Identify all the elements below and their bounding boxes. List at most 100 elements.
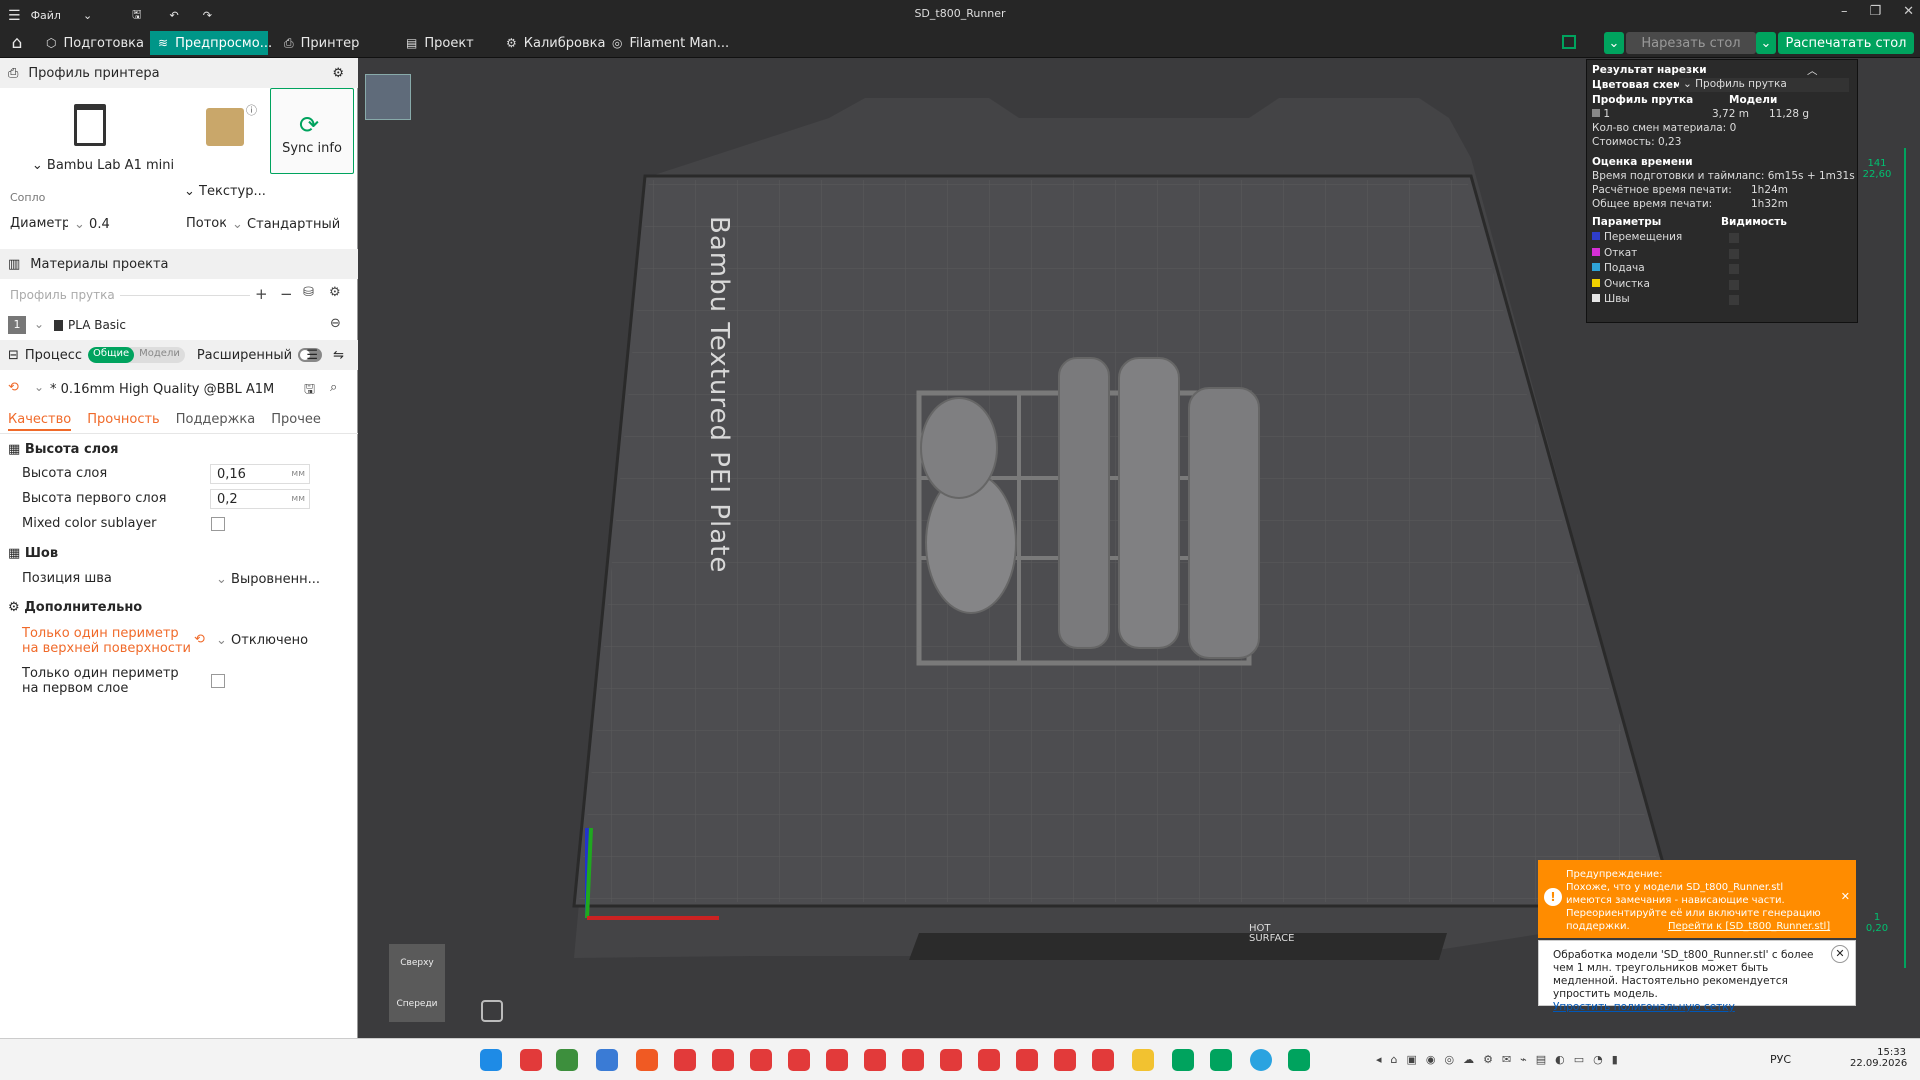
visibility-checkbox[interactable] (1729, 233, 1739, 243)
vivaldi-icon[interactable] (788, 1049, 810, 1071)
warning-link[interactable]: Перейти к [SD_t800_Runner.stl] (1668, 920, 1830, 933)
search-icon[interactable]: ⌕ (330, 380, 337, 395)
filament-edit-icon[interactable]: ⊖ (330, 316, 341, 331)
tab-calibration[interactable]: ⚙ Калибровка (498, 31, 613, 55)
telegram-icon[interactable] (1250, 1049, 1272, 1071)
tab-prepare[interactable]: ⬡ Подготовка (38, 31, 152, 55)
plate-thumbnail[interactable] (365, 74, 411, 120)
nozzle-label: Сопло (10, 191, 46, 204)
remove-filament-icon[interactable]: − (280, 285, 293, 303)
vivaldi-icon[interactable] (864, 1049, 886, 1071)
tab-project[interactable]: ▤ Проект (398, 31, 482, 55)
list-icon[interactable]: ☰ (306, 348, 318, 363)
print-plate-button[interactable]: Распечатать стол (1778, 32, 1914, 54)
notepad-icon[interactable] (596, 1049, 618, 1071)
subtab-others[interactable]: Прочее (271, 412, 321, 431)
toggle-general[interactable]: Общие (88, 347, 135, 363)
clock[interactable]: 15:33 22.09.2026 (1850, 1047, 1907, 1069)
multi-plate-icon[interactable] (1562, 35, 1576, 49)
process-preset-row[interactable]: ⟲ ⌄ * 0.16mm High Quality @BBL A1M 🖫 ⌕ (8, 380, 348, 402)
simplify-mesh-link[interactable]: Упростить полигональную сетку (1553, 1001, 1845, 1014)
subtab-strength[interactable]: Прочность (87, 412, 160, 431)
add-filament-icon[interactable]: + (255, 285, 268, 303)
reset-icon[interactable]: ⟲ (8, 380, 19, 395)
view-cube-front[interactable]: Спереди (389, 999, 445, 1009)
reset-icon[interactable]: ⟲ (194, 632, 205, 647)
app-icon[interactable] (556, 1049, 578, 1071)
chevron-down-icon: ⌄ (74, 216, 85, 232)
visibility-checkbox[interactable] (1729, 248, 1739, 259)
view-cube[interactable]: Сверху Спереди (389, 944, 445, 1022)
vivaldi-icon[interactable] (520, 1049, 542, 1071)
visibility-checkbox[interactable] (1729, 279, 1739, 290)
first-layer-height-label: Высота первого слоя (22, 491, 167, 506)
close-icon[interactable]: ✕ (1831, 945, 1849, 963)
color-scheme-select[interactable]: ⌄ Профиль прутка (1679, 78, 1849, 92)
tab-preview[interactable]: ≋ Предпросмо... (150, 31, 272, 55)
torso-part (920, 397, 998, 499)
view-cube-top[interactable]: Сверху (389, 958, 445, 968)
visibility-checkbox[interactable] (1729, 264, 1739, 275)
start-icon[interactable] (480, 1049, 502, 1071)
brave-icon[interactable] (636, 1049, 658, 1071)
vivaldi-icon[interactable] (940, 1049, 962, 1071)
mixed-color-checkbox[interactable] (211, 517, 225, 531)
chevron-down-icon: ⌄ (31, 158, 43, 173)
subtab-support[interactable]: Поддержка (176, 412, 256, 431)
filament-slot-row[interactable]: 1 ⌄ PLA Basic ⊖ (8, 316, 348, 336)
fit-view-icon[interactable] (481, 1000, 503, 1022)
flow-select[interactable]: ⌄ Стандартный (226, 214, 342, 234)
home-button[interactable]: ⌂ (4, 31, 30, 55)
first-layer-height-input[interactable]: 0,2 мм (210, 489, 310, 509)
vivaldi-icon[interactable] (1054, 1049, 1076, 1071)
explorer-icon[interactable] (1132, 1049, 1154, 1071)
slice-plate-button[interactable]: Нарезать стол (1626, 32, 1756, 54)
vivaldi-icon[interactable] (826, 1049, 848, 1071)
bambu-studio-icon[interactable] (1172, 1049, 1194, 1071)
seam-group-icon: ▦ (8, 546, 21, 561)
collapse-icon[interactable]: ︿ (1807, 63, 1818, 78)
bambu-studio-icon[interactable] (1288, 1049, 1310, 1071)
vivaldi-icon[interactable] (978, 1049, 1000, 1071)
chevron-down-icon: ⌄ (34, 380, 45, 394)
vivaldi-icon[interactable] (712, 1049, 734, 1071)
vivaldi-icon[interactable] (902, 1049, 924, 1071)
subtab-quality[interactable]: Качество (8, 412, 72, 431)
info-icon[interactable]: ⓘ (246, 102, 257, 118)
maximize-icon[interactable]: ❐ (1869, 4, 1881, 19)
save-preset-icon[interactable]: 🖫 (304, 380, 315, 402)
vivaldi-icon[interactable] (750, 1049, 772, 1071)
vivaldi-icon[interactable] (1092, 1049, 1114, 1071)
param-color-swatch (1592, 263, 1600, 272)
tab-printer[interactable]: ⎙ Принтер (276, 31, 367, 55)
one-wall-top-select[interactable]: ⌄ Отключено (210, 630, 310, 650)
home-icon: ⌂ (11, 33, 23, 53)
close-icon[interactable]: ✕ (1903, 4, 1914, 19)
close-icon[interactable]: ✕ (1841, 890, 1850, 903)
settings-gear-icon[interactable]: ⚙ (332, 66, 344, 81)
print-dropdown-button[interactable]: ⌄ (1756, 32, 1776, 54)
bambu-studio-icon[interactable] (1210, 1049, 1232, 1071)
vivaldi-icon[interactable] (674, 1049, 696, 1071)
visibility-checkbox[interactable] (1729, 295, 1739, 306)
seam-position-select[interactable]: ⌄ Выровненн... (210, 569, 320, 589)
printer-card[interactable]: ⌄ Bambu Lab A1 mini (28, 96, 178, 200)
general-models-toggle[interactable]: Общие Модели (88, 347, 185, 363)
sync-info-button[interactable]: ⟳ Sync info (270, 88, 354, 174)
layer-slider[interactable] (1901, 148, 1909, 968)
filament-sync-icon[interactable]: ⛁ (303, 285, 314, 300)
tab-filament-manager[interactable]: ◎ Filament Man... (604, 31, 737, 55)
layer-height-input[interactable]: 0,16 мм (210, 464, 310, 484)
compare-icon[interactable]: ⇋ (333, 348, 344, 363)
one-wall-first-checkbox[interactable] (211, 674, 225, 688)
tray-icons[interactable]: ◂⌂▣◉◎☁⚙✉⌁▤◐▭◔▮ (1376, 1053, 1756, 1067)
vivaldi-icon[interactable] (1016, 1049, 1038, 1071)
layer-group-icon: ▦ (8, 442, 21, 457)
plate-card[interactable]: ⓘ ⌄ Текстур... (184, 96, 266, 200)
toggle-models[interactable]: Модели (134, 347, 185, 363)
minimize-icon[interactable]: – (1841, 4, 1848, 19)
diameter-select[interactable]: ⌄ 0.4 (68, 214, 176, 234)
filament-settings-icon[interactable]: ⚙ (329, 285, 341, 300)
slice-dropdown-button[interactable]: ⌄ (1604, 32, 1624, 54)
language-indicator[interactable]: РУС (1770, 1053, 1791, 1066)
